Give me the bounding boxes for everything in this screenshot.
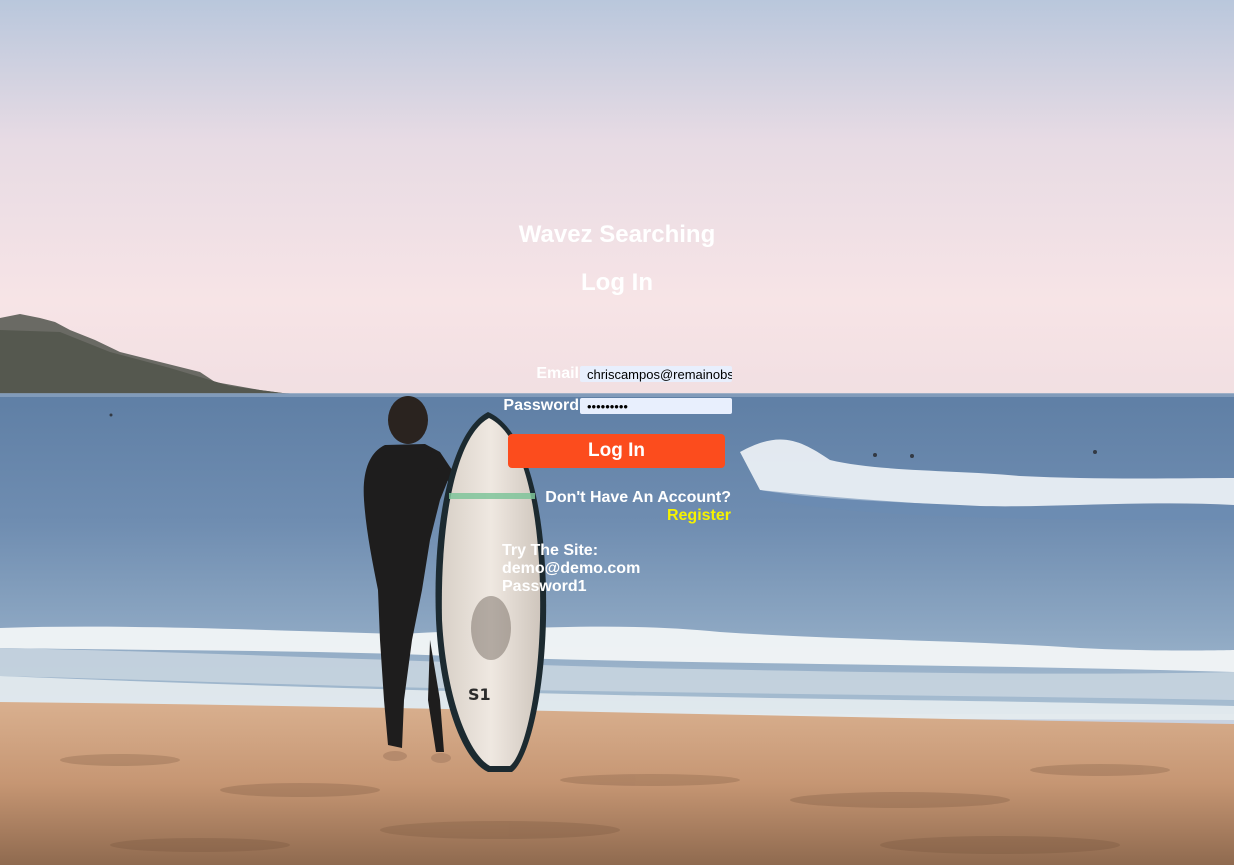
site-title: Wavez Searching — [518, 221, 716, 248]
password-field[interactable] — [580, 398, 732, 414]
email-row: Email — [500, 365, 732, 383]
login-heading: Log In — [581, 269, 653, 296]
demo-email: demo@demo.com — [502, 560, 641, 577]
register-link[interactable]: Register — [500, 507, 731, 525]
demo-heading: Try The Site: — [502, 542, 599, 559]
email-label: Email — [536, 365, 579, 382]
password-row: Password — [500, 397, 732, 415]
beach-background-image: S1 — [0, 0, 1234, 865]
login-button[interactable]: Log In — [508, 434, 725, 468]
email-field[interactable] — [580, 366, 732, 382]
account-prompt: Don't Have An Account? — [545, 489, 731, 506]
login-page: S1 Wavez Searching Log In Email Password… — [0, 0, 1234, 865]
demo-password: Password1 — [502, 578, 587, 595]
demo-credentials: Try The Site: demo@demo.com Password1 — [502, 542, 640, 596]
password-label: Password — [503, 397, 579, 414]
svg-text:S1: S1 — [468, 685, 491, 704]
